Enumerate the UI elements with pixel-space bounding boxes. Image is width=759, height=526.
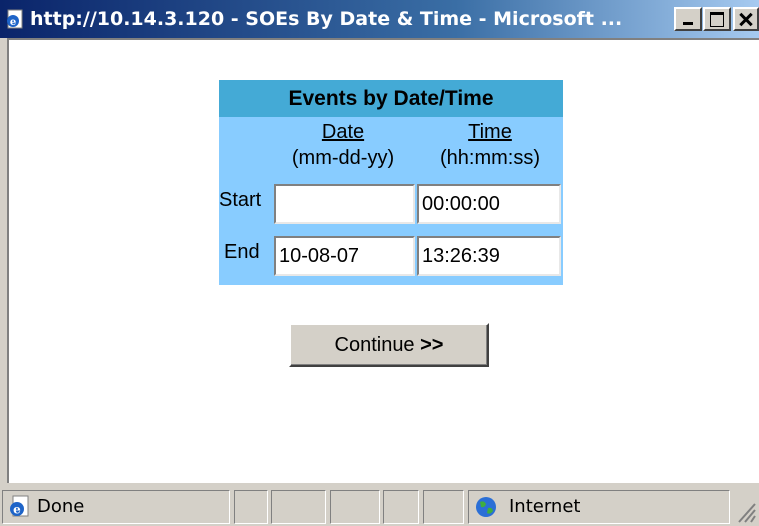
date-label: Date <box>321 121 365 143</box>
start-row-label: Start <box>219 189 262 211</box>
time-format: (hh:mm:ss) <box>440 147 540 169</box>
date-column-header: Date (mm-dd-yy) <box>273 120 413 172</box>
resize-grip-icon[interactable] <box>733 494 757 524</box>
continue-arrows: >> <box>420 334 444 356</box>
status-text: Done <box>37 496 85 517</box>
svg-text:e: e <box>13 503 21 517</box>
svg-text:e: e <box>10 17 16 28</box>
zone-text: Internet <box>509 496 581 517</box>
ie-icon: e <box>10 495 29 517</box>
time-label: Time <box>468 121 512 143</box>
window-title: http://10.14.3.120 - SOEs By Date & Time… <box>30 8 623 30</box>
close-button[interactable] <box>733 7 759 31</box>
page-content: Events by Date/Time Date (mm-dd-yy) Time… <box>7 38 759 483</box>
end-date-input[interactable]: 10-08-07 <box>274 236 415 276</box>
status-bar: e Done Internet <box>0 486 759 526</box>
status-pane <box>423 490 464 524</box>
status-pane <box>234 490 268 524</box>
ie-page-icon: e <box>7 9 23 29</box>
start-date-input[interactable] <box>274 184 415 224</box>
continue-button[interactable]: Continue >> <box>289 323 489 367</box>
start-time-input[interactable]: 00:00:00 <box>417 184 561 224</box>
table-header: Events by Date/Time <box>219 80 563 117</box>
status-main-pane: e Done <box>2 490 230 524</box>
continue-label: Continue <box>334 334 415 356</box>
status-pane <box>330 490 380 524</box>
maximize-button[interactable] <box>703 7 731 31</box>
status-pane <box>383 490 419 524</box>
date-format: (mm-dd-yy) <box>291 147 395 169</box>
status-pane <box>271 490 326 524</box>
time-column-header: Time (hh:mm:ss) <box>417 120 563 172</box>
events-form-table: Events by Date/Time Date (mm-dd-yy) Time… <box>219 80 563 285</box>
security-zone-pane[interactable]: Internet <box>468 490 730 524</box>
globe-icon <box>476 497 496 517</box>
title-bar[interactable]: e http://10.14.3.120 - SOEs By Date & Ti… <box>0 0 759 38</box>
minimize-button[interactable] <box>674 7 702 31</box>
end-time-input[interactable]: 13:26:39 <box>417 236 561 276</box>
end-row-label: End <box>224 241 260 263</box>
browser-window: e http://10.14.3.120 - SOEs By Date & Ti… <box>0 0 759 526</box>
